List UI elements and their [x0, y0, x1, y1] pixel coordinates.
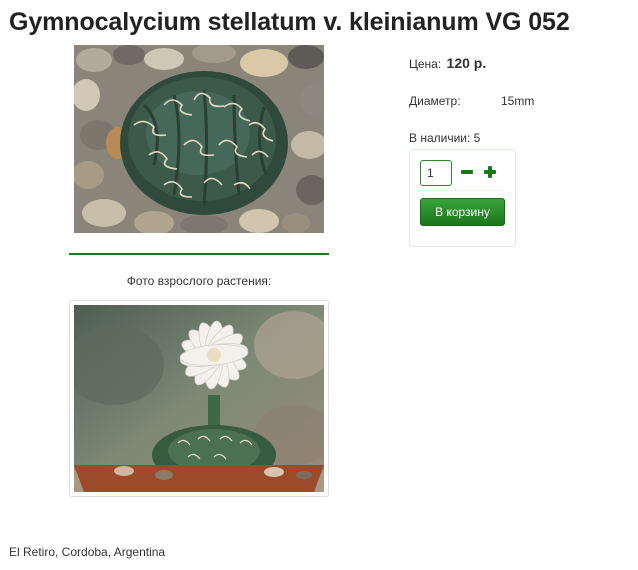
diameter-row: Диаметр: 15mm	[409, 94, 534, 108]
price-label: Цена:	[409, 57, 442, 71]
add-to-cart-button[interactable]: В корзину	[420, 198, 505, 226]
product-photo[interactable]	[74, 45, 324, 233]
price-row: Цена: 120 р.	[409, 55, 486, 71]
product-origin: El Retiro, Cordoba, Argentina	[9, 545, 166, 559]
adult-photo	[74, 305, 324, 492]
cactus-photo-image	[74, 45, 324, 233]
diameter-label: Диаметр:	[409, 94, 461, 108]
flowering-cactus-photo-image	[74, 305, 324, 492]
adult-photo-frame[interactable]	[69, 300, 329, 497]
diameter-value: 15mm	[501, 94, 535, 108]
quantity-input[interactable]: 1	[420, 160, 452, 186]
product-title: Gymnocalycium stellatum v. kleinianum VG…	[9, 8, 570, 36]
price-value: 120 р.	[446, 55, 487, 71]
cactus-body	[120, 71, 288, 215]
minus-icon[interactable]	[459, 164, 475, 180]
buy-divider	[420, 190, 504, 191]
section-divider	[69, 253, 329, 255]
buy-box: 1 В корзину	[409, 149, 516, 247]
minus-bar	[461, 170, 473, 174]
stock-status: В наличии: 5	[409, 131, 481, 145]
adult-photo-caption: Фото взрослого растения:	[126, 274, 272, 288]
plus-bar-vertical	[488, 166, 492, 178]
plus-icon[interactable]	[482, 164, 498, 180]
